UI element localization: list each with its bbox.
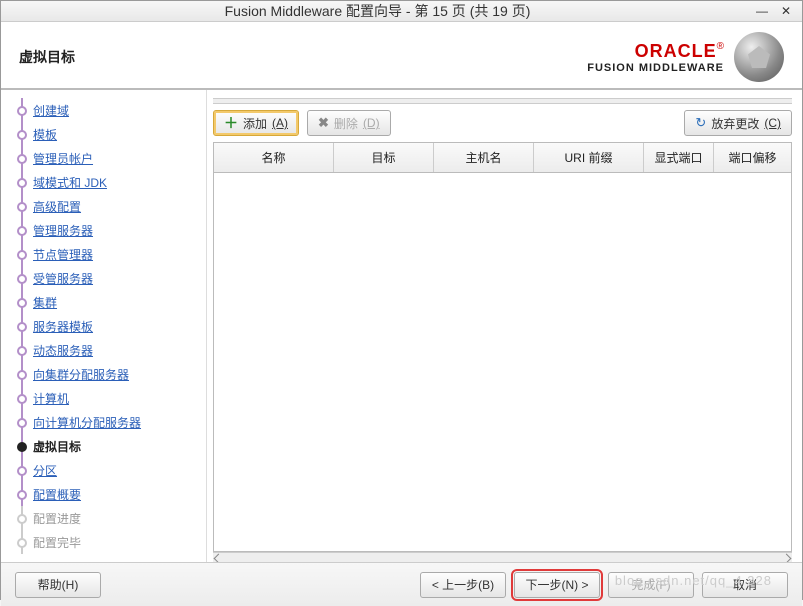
x-icon: ✖ bbox=[318, 115, 329, 131]
help-button[interactable]: 帮助(H) bbox=[15, 572, 101, 598]
col-target[interactable]: 目标 bbox=[334, 143, 434, 172]
wizard-step-label: 模板 bbox=[33, 126, 57, 143]
cancel-button[interactable]: 取消 bbox=[702, 572, 788, 598]
wizard-step-label: 配置概要 bbox=[33, 486, 81, 503]
discard-key: (C) bbox=[764, 116, 781, 130]
wizard-step-label: 动态服务器 bbox=[33, 342, 93, 359]
col-name[interactable]: 名称 bbox=[214, 143, 334, 172]
top-scroll-strip[interactable] bbox=[213, 98, 792, 104]
horizontal-scrollbar[interactable] bbox=[213, 552, 792, 562]
col-port[interactable]: 显式端口 bbox=[644, 143, 714, 172]
add-key: (A) bbox=[272, 116, 288, 130]
window-title: Fusion Middleware 配置向导 - 第 15 页 (共 19 页) bbox=[9, 1, 746, 21]
wizard-step-1[interactable]: 模板 bbox=[15, 122, 206, 146]
wizard-step-15[interactable]: 分区 bbox=[15, 458, 206, 482]
back-button[interactable]: < 上一步(B) bbox=[420, 572, 506, 598]
page-title: 虚拟目标 bbox=[19, 47, 587, 67]
wizard-step-11[interactable]: 向集群分配服务器 bbox=[15, 362, 206, 386]
wizard-steps-sidebar: 创建域模板管理员帐户域模式和 JDK 高级配置管理服务器节点管理器受管服务器集群服… bbox=[1, 90, 206, 562]
next-button[interactable]: 下一步(N) > bbox=[514, 572, 600, 598]
col-host[interactable]: 主机名 bbox=[434, 143, 534, 172]
col-offset[interactable]: 端口偏移 bbox=[714, 143, 791, 172]
wizard-step-14[interactable]: 虚拟目标 bbox=[15, 434, 206, 458]
wizard-step-6[interactable]: 节点管理器 bbox=[15, 242, 206, 266]
main-panel: ＋ 添加 (A) ✖ 删除 (D) ↻ 放弃更改 (C) 名称 bbox=[206, 90, 802, 562]
wizard-step-0[interactable]: 创建域 bbox=[15, 98, 206, 122]
plus-icon: ＋ bbox=[224, 113, 238, 133]
brand-oracle: ORACLE bbox=[635, 41, 717, 61]
wizard-step-12[interactable]: 计算机 bbox=[15, 386, 206, 410]
brand-fusion-middleware: FUSION MIDDLEWARE bbox=[587, 62, 724, 74]
wizard-step-4[interactable]: 高级配置 bbox=[15, 194, 206, 218]
wizard-step-16[interactable]: 配置概要 bbox=[15, 482, 206, 506]
delete-button[interactable]: ✖ 删除 (D) bbox=[307, 110, 391, 136]
delete-key: (D) bbox=[363, 116, 380, 130]
wizard-step-label: 创建域 bbox=[33, 102, 69, 119]
delete-label: 删除 bbox=[334, 115, 358, 132]
discard-button[interactable]: ↻ 放弃更改 (C) bbox=[684, 110, 792, 136]
wizard-step-7[interactable]: 受管服务器 bbox=[15, 266, 206, 290]
wizard-step-18: 配置完毕 bbox=[15, 530, 206, 554]
wizard-step-label: 管理员帐户 bbox=[33, 150, 93, 167]
discard-label: 放弃更改 bbox=[711, 115, 759, 132]
wizard-step-10[interactable]: 动态服务器 bbox=[15, 338, 206, 362]
brand: ORACLE® FUSION MIDDLEWARE bbox=[587, 32, 784, 82]
wizard-step-3[interactable]: 域模式和 JDK bbox=[15, 170, 206, 194]
wizard-step-17: 配置进度 bbox=[15, 506, 206, 530]
wizard-step-2[interactable]: 管理员帐户 bbox=[15, 146, 206, 170]
add-label: 添加 bbox=[243, 115, 267, 132]
finish-button[interactable]: 完成(F) bbox=[608, 572, 694, 598]
wizard-step-label: 分区 bbox=[33, 462, 57, 479]
wizard-step-label: 虚拟目标 bbox=[33, 438, 81, 455]
wizard-step-label: 向集群分配服务器 bbox=[33, 366, 129, 383]
wizard-step-label: 域模式和 JDK bbox=[33, 174, 107, 191]
add-button[interactable]: ＋ 添加 (A) bbox=[213, 110, 299, 136]
wizard-step-9[interactable]: 服务器模板 bbox=[15, 314, 206, 338]
table-header: 名称 目标 主机名 URI 前缀 显式端口 端口偏移 bbox=[214, 143, 791, 173]
undo-icon: ↻ bbox=[695, 115, 706, 131]
wizard-step-label: 集群 bbox=[33, 294, 57, 311]
wizard-step-label: 配置完毕 bbox=[33, 534, 81, 551]
close-button[interactable]: ✕ bbox=[778, 3, 794, 19]
brand-reg: ® bbox=[717, 41, 724, 52]
wizard-step-label: 向计算机分配服务器 bbox=[33, 414, 141, 431]
minimize-button[interactable]: — bbox=[754, 3, 770, 19]
wizard-step-label: 配置进度 bbox=[33, 510, 81, 527]
wizard-step-5[interactable]: 管理服务器 bbox=[15, 218, 206, 242]
footer: 帮助(H) < 上一步(B) 下一步(N) > 完成(F) 取消 blog.cs… bbox=[1, 562, 802, 606]
targets-table: 名称 目标 主机名 URI 前缀 显式端口 端口偏移 bbox=[213, 142, 792, 552]
wizard-step-label: 受管服务器 bbox=[33, 270, 93, 287]
titlebar: Fusion Middleware 配置向导 - 第 15 页 (共 19 页)… bbox=[1, 1, 802, 22]
wizard-step-13[interactable]: 向计算机分配服务器 bbox=[15, 410, 206, 434]
wizard-step-label: 管理服务器 bbox=[33, 222, 93, 239]
wizard-step-label: 高级配置 bbox=[33, 198, 81, 215]
toolbar: ＋ 添加 (A) ✖ 删除 (D) ↻ 放弃更改 (C) bbox=[213, 110, 792, 142]
col-uri[interactable]: URI 前缀 bbox=[534, 143, 644, 172]
brand-logo-icon bbox=[734, 32, 784, 82]
wizard-step-8[interactable]: 集群 bbox=[15, 290, 206, 314]
wizard-step-label: 服务器模板 bbox=[33, 318, 93, 335]
table-body bbox=[214, 173, 791, 551]
wizard-step-label: 计算机 bbox=[33, 390, 69, 407]
header: 虚拟目标 ORACLE® FUSION MIDDLEWARE bbox=[1, 22, 802, 90]
wizard-step-label: 节点管理器 bbox=[33, 246, 93, 263]
